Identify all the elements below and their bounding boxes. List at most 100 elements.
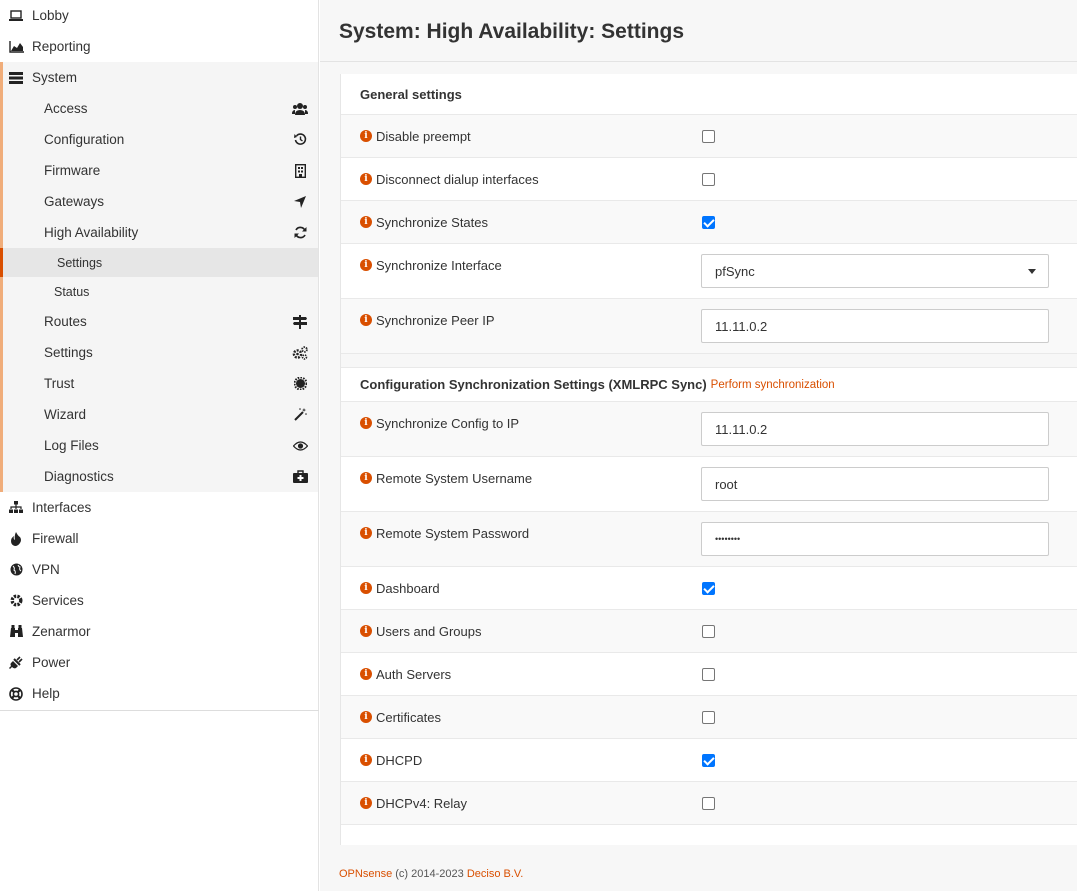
- sidebar-item-label: Settings: [44, 345, 93, 360]
- info-icon[interactable]: i: [360, 754, 372, 766]
- field-label: Auth Servers: [376, 667, 452, 682]
- caret-down-icon: [1028, 268, 1036, 274]
- sidebar-item-label: Trust: [44, 376, 75, 391]
- certificate-icon: [292, 376, 308, 392]
- sidebar-item-settings[interactable]: Settings: [3, 337, 318, 368]
- row-remote-username: i Remote System Username root: [341, 457, 1077, 512]
- sidebar-item-lobby[interactable]: Lobby: [0, 0, 318, 31]
- disable-preempt-checkbox[interactable]: [702, 129, 715, 143]
- sidebar-item-access[interactable]: Access: [3, 93, 318, 124]
- sidebar-item-diagnostics[interactable]: Diagnostics: [3, 461, 318, 492]
- system-group: System Access Configuration Firmware Gat…: [0, 62, 318, 492]
- info-icon[interactable]: i: [360, 527, 372, 539]
- sidebar-item-services[interactable]: Services: [0, 585, 318, 616]
- row-sync-config-ip: i Synchronize Config to IP 11.11.0.2: [341, 402, 1077, 457]
- info-icon[interactable]: i: [360, 625, 372, 637]
- sidebar-item-label: System: [32, 70, 78, 85]
- info-icon[interactable]: i: [360, 711, 372, 723]
- cog-icon: [8, 593, 24, 609]
- field-label: Synchronize Peer IP: [376, 313, 495, 328]
- medkit-icon: [292, 469, 308, 485]
- location-arrow-icon: [292, 194, 308, 210]
- sidebar-item-label: Log Files: [44, 438, 99, 453]
- certificates-checkbox[interactable]: [702, 710, 715, 724]
- info-icon[interactable]: i: [360, 314, 372, 326]
- sidebar-item-label: Routes: [44, 314, 87, 329]
- auth-servers-checkbox[interactable]: [702, 667, 715, 681]
- disconnect-dialup-checkbox[interactable]: [702, 172, 715, 186]
- perform-synchronization-link[interactable]: Perform synchronization: [711, 379, 835, 391]
- field-label: Disable preempt: [376, 129, 471, 144]
- sidebar-item-firewall[interactable]: Firewall: [0, 523, 318, 554]
- cogs-icon: [292, 345, 308, 361]
- field-label: Disconnect dialup interfaces: [376, 172, 539, 187]
- sidebar-item-interfaces[interactable]: Interfaces: [0, 492, 318, 523]
- input-value: ••••••••: [715, 534, 741, 544]
- page-header: System: High Availability: Settings: [320, 0, 1077, 62]
- field-label: Synchronize Config to IP: [376, 416, 520, 431]
- sidebar-item-ha-status[interactable]: Status: [3, 277, 318, 306]
- plug-icon: [8, 655, 24, 671]
- sidebar-item-help[interactable]: Help: [0, 678, 318, 709]
- sidebar-item-label: Status: [54, 284, 90, 299]
- sitemap-icon: [8, 500, 24, 516]
- row-synchronize-peer-ip: i Synchronize Peer IP 11.11.0.2: [341, 299, 1077, 354]
- sidebar-item-gateways[interactable]: Gateways: [3, 186, 318, 217]
- section-title: General settings: [360, 86, 462, 102]
- info-icon[interactable]: i: [360, 472, 372, 484]
- sidebar-item-zenarmor[interactable]: Zenarmor: [0, 616, 318, 647]
- sidebar-item-reporting[interactable]: Reporting: [0, 31, 318, 62]
- select-value: pfSync: [715, 263, 755, 279]
- settings-panel: General settings i Disable preempt i Disco…: [340, 74, 1077, 845]
- synchronize-states-checkbox[interactable]: [702, 215, 715, 229]
- dhcpv4-relay-checkbox[interactable]: [702, 796, 715, 810]
- remote-username-input[interactable]: root: [701, 467, 1049, 501]
- footer: OPNsense (c) 2014-2023 Deciso B.V.: [339, 868, 523, 880]
- info-icon[interactable]: i: [360, 216, 372, 228]
- synchronize-interface-select[interactable]: pfSync: [701, 254, 1049, 288]
- remote-password-input[interactable]: ••••••••: [701, 522, 1049, 556]
- footer-brand-link[interactable]: OPNsense: [339, 868, 392, 880]
- info-icon[interactable]: i: [360, 130, 372, 142]
- sidebar-item-ha-settings[interactable]: Settings: [0, 248, 318, 277]
- config-sync-header: Configuration Synchronization Settings (…: [341, 368, 1077, 402]
- synchronize-peer-ip-input[interactable]: 11.11.0.2: [701, 309, 1049, 343]
- sidebar-item-high-availability[interactable]: High Availability: [3, 217, 318, 248]
- sidebar-item-log-files[interactable]: Log Files: [3, 430, 318, 461]
- sidebar-item-label: Interfaces: [32, 500, 92, 515]
- sidebar-item-label: Diagnostics: [44, 469, 114, 484]
- sidebar-item-label: Wizard: [44, 407, 87, 422]
- input-value: root: [715, 476, 738, 492]
- sidebar-item-routes[interactable]: Routes: [3, 306, 318, 337]
- dhcpd-checkbox[interactable]: [702, 753, 715, 767]
- row-certificates: i Certificates: [341, 696, 1077, 739]
- sidebar-item-trust[interactable]: Trust: [3, 368, 318, 399]
- input-value: 11.11.0.2: [715, 421, 768, 437]
- row-dhcpv4-relay: i DHCPv4: Relay: [341, 782, 1077, 825]
- info-icon[interactable]: i: [360, 173, 372, 185]
- info-icon[interactable]: i: [360, 259, 372, 271]
- row-auth-servers: i Auth Servers: [341, 653, 1077, 696]
- info-icon[interactable]: i: [360, 417, 372, 429]
- sidebar-item-wizard[interactable]: Wizard: [3, 399, 318, 430]
- sidebar-item-power[interactable]: Power: [0, 647, 318, 678]
- footer-company-link[interactable]: Deciso B.V.: [467, 868, 523, 880]
- users-groups-checkbox[interactable]: [702, 624, 715, 638]
- info-icon[interactable]: i: [360, 797, 372, 809]
- sidebar-item-vpn[interactable]: VPN: [0, 554, 318, 585]
- row-synchronize-interface: i Synchronize Interface pfSync: [341, 244, 1077, 299]
- section-gap: [341, 354, 1077, 368]
- info-icon[interactable]: i: [360, 668, 372, 680]
- dashboard-checkbox[interactable]: [702, 581, 715, 595]
- sidebar-item-label: Firewall: [32, 531, 79, 546]
- sidebar-item-system[interactable]: System: [3, 62, 318, 93]
- map-signs-icon: [292, 314, 308, 330]
- building-icon: [292, 163, 308, 179]
- info-icon[interactable]: i: [360, 582, 372, 594]
- laptop-icon: [8, 8, 24, 24]
- sidebar-item-label: Services: [32, 593, 84, 608]
- sync-config-ip-input[interactable]: 11.11.0.2: [701, 412, 1049, 446]
- magic-icon: [292, 407, 308, 423]
- sidebar-item-firmware[interactable]: Firmware: [3, 155, 318, 186]
- sidebar-item-configuration[interactable]: Configuration: [3, 124, 318, 155]
